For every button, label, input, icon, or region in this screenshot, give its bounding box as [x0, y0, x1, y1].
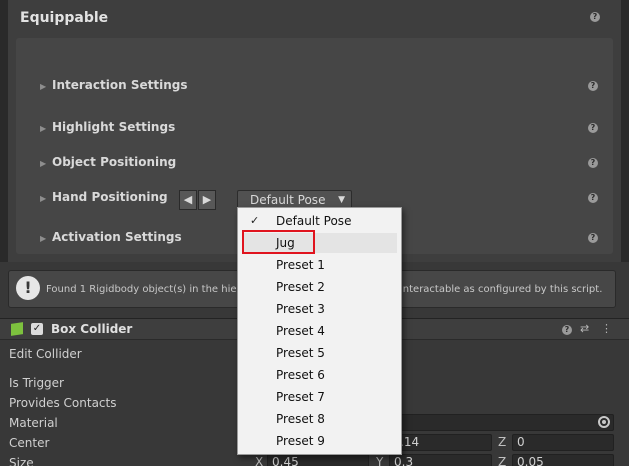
triangle-right-icon: ▶ [40, 194, 47, 203]
triangle-right-icon: ▶ [40, 82, 47, 91]
row-label: Hand Positioning [52, 190, 168, 204]
menu-item-preset-4[interactable]: Preset 4 [242, 321, 397, 341]
menu-item-preset-8[interactable]: Preset 8 [242, 409, 397, 429]
menu-item-preset-5[interactable]: Preset 5 [242, 343, 397, 363]
row-label: Interaction Settings [52, 78, 188, 92]
center-y-field[interactable]: .14 [395, 434, 492, 451]
sliders-icon[interactable]: ⇄ [580, 323, 589, 335]
size-y-label: Y [376, 455, 384, 466]
foldout-hand-positioning[interactable]: ▶ Hand Positioning [40, 188, 168, 206]
menu-item-default-pose[interactable]: Default Pose [242, 211, 397, 231]
next-pose-button[interactable]: ▶ [198, 190, 216, 210]
prop-center: Center [9, 436, 50, 450]
center-z-field[interactable]: 0 [512, 434, 614, 451]
arrow-left-icon: ◀ [183, 193, 193, 206]
triangle-right-icon: ▶ [40, 234, 47, 243]
exclamation-icon: ! [16, 276, 40, 300]
prev-pose-button[interactable]: ◀ [179, 190, 197, 210]
size-z-field[interactable]: 0.05 [512, 454, 614, 466]
cube-icon [11, 322, 23, 336]
prop-material: Material [9, 416, 58, 430]
center-z-label: Z [498, 435, 507, 449]
arrow-right-icon: ▶ [202, 193, 212, 206]
foldout-object-positioning[interactable]: ▶ Object Positioning [40, 153, 176, 171]
help-icon[interactable]: ? [588, 81, 598, 91]
warning-text-left: Found 1 Rigidbody object(s) in the hiera [46, 284, 247, 295]
component-title: Box Collider [51, 322, 133, 336]
target-icon[interactable] [598, 416, 610, 428]
prop-is-trigger: Is Trigger [9, 376, 64, 390]
help-icon[interactable]: ? [590, 12, 600, 22]
size-y-field[interactable]: 0.3 [389, 454, 492, 466]
row-label: Object Positioning [52, 155, 177, 169]
help-icon[interactable]: ? [588, 233, 598, 243]
help-icon[interactable]: ? [562, 325, 572, 335]
menu-item-preset-9[interactable]: Preset 9 [242, 431, 397, 451]
menu-item-preset-2[interactable]: Preset 2 [242, 277, 397, 297]
size-x-label: X [255, 455, 264, 466]
triangle-right-icon: ▶ [40, 124, 47, 133]
help-icon[interactable]: ? [588, 158, 598, 168]
warning-text-right: interactable as configured by this scrip… [400, 284, 603, 295]
pose-dropdown-menu: ✓ Default Pose Jug Preset 1 Preset 2 Pre… [237, 207, 402, 455]
help-icon[interactable]: ? [588, 123, 598, 133]
size-x-field[interactable]: 0.45 [267, 454, 369, 466]
row-label: Highlight Settings [52, 120, 176, 134]
component-title: Equippable [20, 10, 109, 26]
row-label: Activation Settings [52, 230, 182, 244]
menu-item-preset-7[interactable]: Preset 7 [242, 387, 397, 407]
edit-collider-label: Edit Collider [9, 347, 82, 361]
menu-item-preset-6[interactable]: Preset 6 [242, 365, 397, 385]
prop-provides-contacts: Provides Contacts [9, 396, 117, 410]
menu-item-preset-3[interactable]: Preset 3 [242, 299, 397, 319]
prop-size: Size [9, 456, 34, 466]
enable-checkbox[interactable]: ✓ [31, 323, 43, 335]
menu-item-preset-1[interactable]: Preset 1 [242, 255, 397, 275]
triangle-right-icon: ▶ [40, 159, 47, 168]
foldout-interaction-settings[interactable]: ▶ Interaction Settings [40, 76, 187, 94]
foldout-activation-settings[interactable]: ▶ Activation Settings [40, 228, 182, 246]
pose-dropdown-value: Default Pose [250, 193, 326, 207]
menu-item-jug[interactable]: Jug [242, 233, 397, 253]
material-field[interactable] [395, 414, 614, 431]
kebab-menu-icon[interactable]: ⋮ [601, 323, 612, 335]
size-z-label: Z [498, 455, 507, 466]
foldout-highlight-settings[interactable]: ▶ Highlight Settings [40, 118, 175, 136]
help-icon[interactable]: ? [588, 193, 598, 203]
